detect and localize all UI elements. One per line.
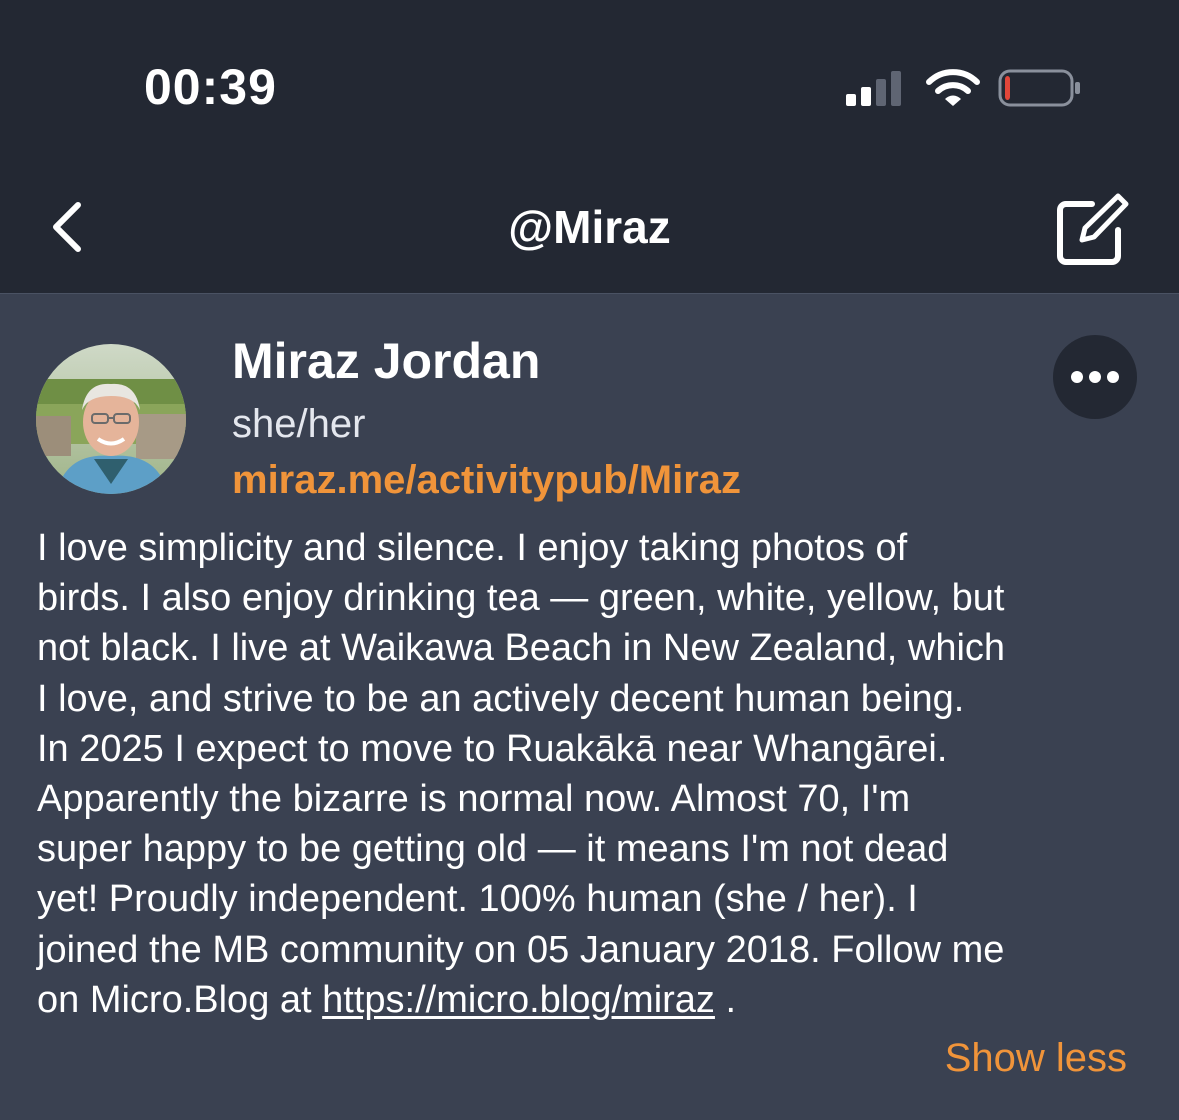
bio-line: In 2025 I expect to move to Ruakākā near…	[37, 727, 948, 770]
wifi-icon	[926, 69, 980, 106]
bio-line-last: on Micro.Blog at https://micro.blog/mira…	[37, 975, 1152, 1025]
bio-text: on Micro.Blog at	[37, 978, 323, 1021]
more-button[interactable]	[1053, 335, 1137, 419]
bio-line: I love, and strive to be an actively dec…	[37, 677, 965, 720]
bio-line: Apparently the bizarre is normal now. Al…	[37, 778, 911, 821]
profile-pronouns: she/her	[232, 402, 366, 446]
bio-text: .	[714, 978, 737, 1021]
bio-line: birds. I also enjoy drinking tea — green…	[37, 577, 1005, 620]
profile-name: Miraz Jordan	[232, 333, 541, 389]
bio-line: not black. I live at Waikawa Beach in Ne…	[37, 627, 1006, 670]
bio-line: yet! Proudly independent. 100% human (sh…	[37, 878, 918, 921]
show-less-button[interactable]: Show less	[945, 1036, 1127, 1081]
bio-link[interactable]: https://micro.blog/miraz	[322, 979, 715, 1021]
profile-bio: I love simplicity and silence. I enjoy t…	[37, 523, 1152, 1025]
avatar[interactable]	[36, 344, 186, 494]
nav-title: @Miraz	[508, 201, 671, 253]
compose-icon	[1057, 193, 1129, 265]
top-bar: 00:39 @Miraz	[0, 0, 1179, 294]
bio-line: I love simplicity and silence. I enjoy t…	[37, 527, 908, 569]
profile-screen: 00:39 @Miraz Miraz Jordan she/her miraz.…	[0, 0, 1179, 1120]
profile-link[interactable]: miraz.me/activitypub/Miraz	[232, 458, 741, 503]
compose-button[interactable]	[1052, 192, 1132, 268]
bio-line: super happy to be getting old — it means…	[37, 828, 949, 871]
battery-icon	[998, 69, 1080, 107]
cellular-signal-icon	[846, 71, 901, 106]
bio-line: joined the MB community on 05 January 20…	[37, 928, 1005, 971]
status-time: 00:39	[144, 59, 277, 115]
